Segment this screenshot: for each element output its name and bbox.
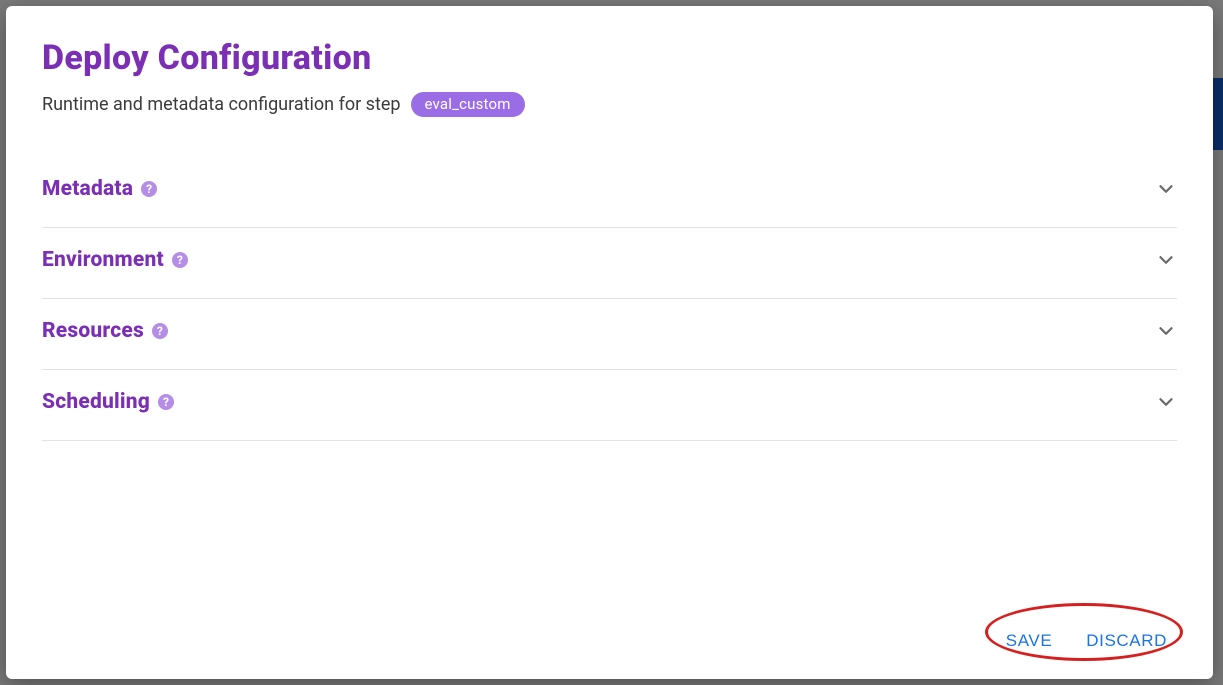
- section-resources-header[interactable]: Resources ?: [42, 319, 1177, 343]
- discard-button[interactable]: DISCARD: [1082, 625, 1171, 657]
- dialog-footer: SAVE DISCARD: [42, 599, 1177, 657]
- section-environment-title: Environment: [42, 248, 164, 272]
- section-scheduling-title-wrap: Scheduling ?: [42, 390, 174, 414]
- step-chip: eval_custom: [411, 92, 525, 117]
- help-icon[interactable]: ?: [158, 394, 174, 410]
- section-metadata: Metadata ?: [42, 157, 1177, 228]
- section-scheduling-title: Scheduling: [42, 390, 150, 414]
- chevron-down-icon: [1155, 391, 1177, 413]
- chevron-down-icon: [1155, 178, 1177, 200]
- dialog-title: Deploy Configuration: [42, 38, 1177, 78]
- help-icon[interactable]: ?: [172, 252, 188, 268]
- section-scheduling: Scheduling ?: [42, 370, 1177, 441]
- section-metadata-header[interactable]: Metadata ?: [42, 177, 1177, 201]
- deploy-config-dialog: Deploy Configuration Runtime and metadat…: [6, 6, 1213, 679]
- dialog-subtitle: Runtime and metadata configuration for s…: [42, 94, 401, 115]
- section-resources-title: Resources: [42, 319, 144, 343]
- help-icon[interactable]: ?: [141, 181, 157, 197]
- dialog-subtitle-row: Runtime and metadata configuration for s…: [42, 92, 1177, 117]
- section-environment: Environment ?: [42, 228, 1177, 299]
- section-metadata-title: Metadata: [42, 177, 133, 201]
- section-resources: Resources ?: [42, 299, 1177, 370]
- section-resources-title-wrap: Resources ?: [42, 319, 168, 343]
- save-button[interactable]: SAVE: [1002, 625, 1057, 657]
- chevron-down-icon: [1155, 249, 1177, 271]
- help-icon[interactable]: ?: [152, 323, 168, 339]
- section-environment-title-wrap: Environment ?: [42, 248, 188, 272]
- section-environment-header[interactable]: Environment ?: [42, 248, 1177, 272]
- chevron-down-icon: [1155, 320, 1177, 342]
- section-metadata-title-wrap: Metadata ?: [42, 177, 157, 201]
- section-scheduling-header[interactable]: Scheduling ?: [42, 390, 1177, 414]
